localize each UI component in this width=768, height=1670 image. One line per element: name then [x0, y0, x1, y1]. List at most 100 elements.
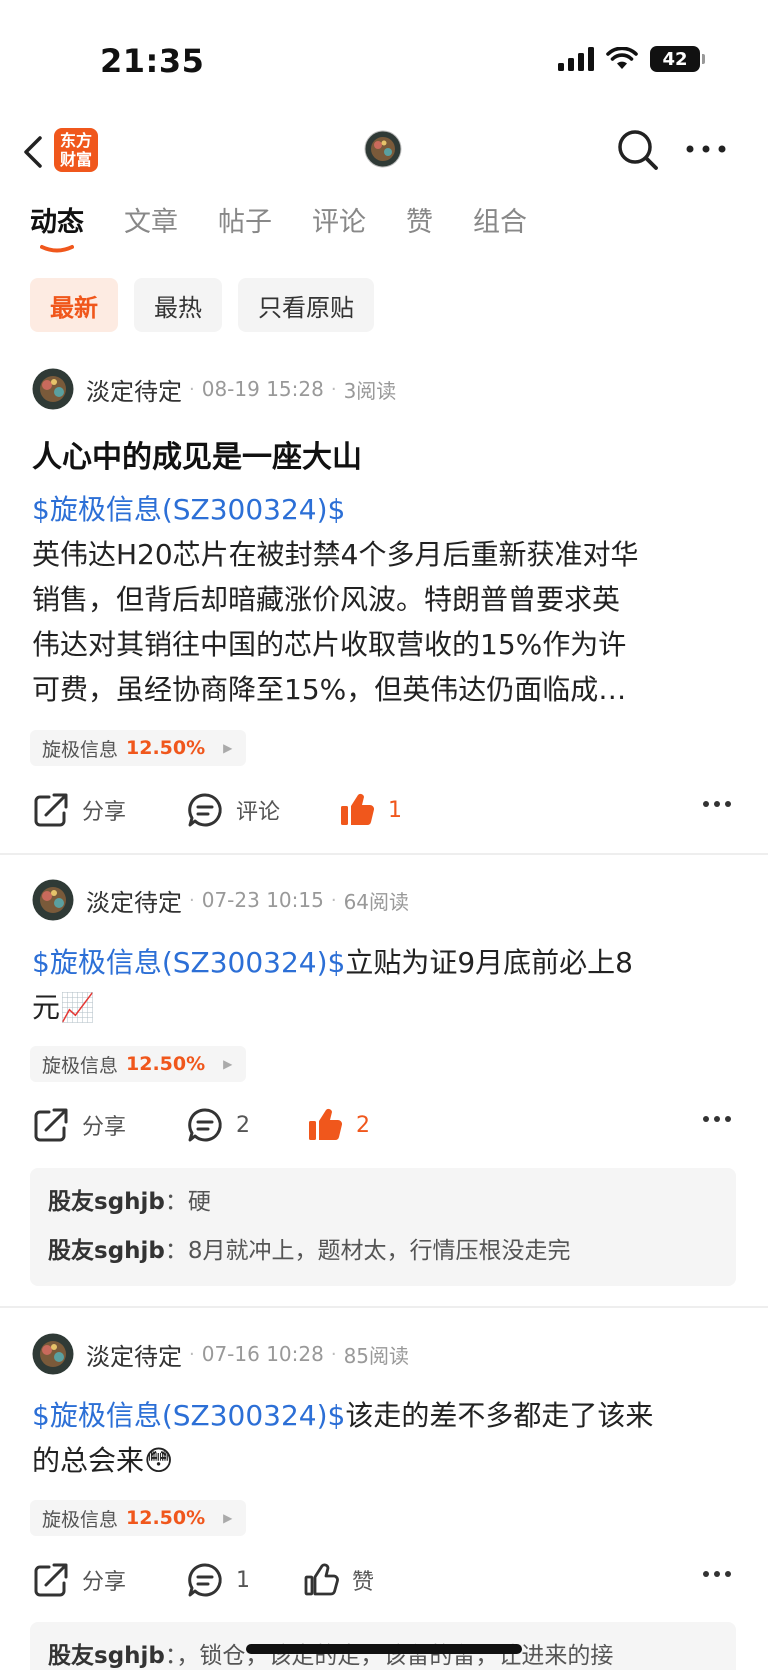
tab-comments[interactable]: 评论 — [312, 200, 366, 252]
body-line: 的总会来😳 — [32, 1444, 174, 1477]
share-button[interactable]: 分享 — [32, 788, 126, 832]
comment-item[interactable]: 股友sghjb：硬 — [48, 1178, 718, 1227]
read-count: 3阅读 — [343, 378, 397, 403]
comment-button[interactable]: 2 — [186, 1103, 250, 1147]
stock-tag-name: 旋极信息 — [42, 738, 119, 761]
post-actions: 分享 评论 1 — [0, 788, 768, 832]
comment-icon — [188, 1108, 222, 1142]
more-icon[interactable] — [702, 1115, 732, 1123]
wifi-icon — [606, 47, 638, 69]
comment-label: 评论 — [236, 800, 281, 825]
tab-label: 组合 — [473, 207, 527, 238]
comment-text: 8月就冲上，题材太，行情压根没走完 — [187, 1238, 571, 1264]
post-time: 08-19 15:28 — [201, 377, 324, 401]
read-count: 85阅读 — [343, 1343, 410, 1368]
post-body[interactable]: $旋极信息(SZ300324)$ 英伟达H20芯片在被封禁4个多月后重新获准对华… — [32, 487, 742, 712]
thumbs-up-filled-icon — [341, 793, 375, 826]
like-button[interactable]: 赞 — [302, 1558, 374, 1602]
more-icon[interactable] — [702, 800, 732, 808]
stock-link[interactable]: $旋极信息(SZ300324)$ — [32, 946, 345, 979]
like-count: 1 — [388, 797, 402, 823]
post-meta: 淡定待定 · 07-23 10:15 · 64阅读 — [32, 879, 409, 921]
comment-colon: ： — [164, 1238, 188, 1264]
search-icon[interactable] — [614, 126, 662, 174]
like-button[interactable]: 1 — [338, 788, 402, 832]
body-line: 销售，但背后却暗藏涨价风波。特朗普曾要求英 — [32, 583, 621, 616]
tab-portfolio[interactable]: 组合 — [473, 200, 527, 252]
chevron-right-icon: ▶ — [223, 1057, 233, 1071]
like-button[interactable]: 2 — [306, 1103, 370, 1147]
share-label: 分享 — [82, 800, 127, 825]
comment-icon — [188, 793, 222, 827]
stock-link[interactable]: $旋极信息(SZ300324)$ — [32, 1399, 345, 1432]
comment-user[interactable]: 股友sghjb — [48, 1238, 165, 1264]
share-button[interactable]: 分享 — [32, 1103, 126, 1147]
meta-separator: · — [330, 378, 337, 400]
comment-preview[interactable]: 股友sghjb：硬 股友sghjb：8月就冲上，题材太，行情压根没走完 — [30, 1168, 736, 1286]
back-icon[interactable] — [16, 130, 56, 174]
home-indicator[interactable] — [246, 1644, 522, 1654]
more-icon[interactable] — [684, 134, 728, 164]
status-icons: 42 — [558, 46, 705, 72]
tab-posts[interactable]: 帖子 — [218, 200, 272, 252]
share-icon — [34, 793, 68, 827]
tab-label: 赞 — [406, 207, 433, 238]
share-label: 分享 — [82, 1570, 127, 1595]
post-actions: 分享 2 2 — [0, 1103, 768, 1147]
post-body[interactable]: $旋极信息(SZ300324)$立贴为证9月底前必上8 元📈 — [32, 940, 742, 1030]
comment-user[interactable]: 股友sghjb — [48, 1189, 165, 1215]
status-bar: 21:35 42 — [0, 0, 768, 110]
share-icon — [34, 1108, 68, 1142]
comment-item[interactable]: 股友sghjb：8月就冲上，题材太，行情压根没走完 — [48, 1227, 718, 1276]
tab-likes[interactable]: 赞 — [406, 200, 433, 252]
stock-tag-change: 12.50% — [126, 737, 206, 759]
comment-colon: ： — [164, 1643, 177, 1669]
comment-button[interactable]: 评论 — [186, 788, 280, 832]
post-divider — [0, 1306, 768, 1308]
logo-text-top: 东方 — [59, 131, 92, 150]
post-meta: 淡定待定 · 08-19 15:28 · 3阅读 — [32, 368, 396, 410]
more-icon[interactable] — [702, 1570, 732, 1578]
filter-hottest[interactable]: 最热 — [134, 278, 222, 332]
post-actions: 分享 1 赞 — [0, 1558, 768, 1602]
post-body[interactable]: $旋极信息(SZ300324)$该走的差不多都走了该来 的总会来😳 — [32, 1393, 742, 1483]
author-avatar[interactable] — [32, 368, 74, 410]
share-icon — [34, 1563, 68, 1597]
chevron-right-icon: ▶ — [223, 1511, 233, 1525]
comment-colon: ： — [164, 1189, 188, 1215]
like-label: 赞 — [352, 1570, 375, 1595]
stock-tag-name: 旋极信息 — [42, 1054, 119, 1077]
comment-text: 硬 — [187, 1189, 211, 1215]
post-meta: 淡定待定 · 07-16 10:28 · 85阅读 — [32, 1333, 409, 1375]
author-name[interactable]: 淡定待定 — [86, 372, 182, 407]
stock-tag[interactable]: 旋极信息 12.50% ▶ — [30, 1500, 247, 1536]
stock-tag-name: 旋极信息 — [42, 1508, 119, 1531]
filter-latest[interactable]: 最新 — [30, 278, 118, 332]
stock-tag[interactable]: 旋极信息 12.50% ▶ — [30, 730, 247, 766]
author-avatar[interactable] — [32, 879, 74, 921]
comment-icon — [188, 1563, 222, 1597]
share-button[interactable]: 分享 — [32, 1558, 126, 1602]
author-avatar[interactable] — [32, 1333, 74, 1375]
comment-button[interactable]: 1 — [186, 1558, 250, 1602]
read-count: 64阅读 — [343, 889, 410, 914]
chevron-right-icon: ▶ — [223, 741, 233, 755]
body-line: 可费，虽经协商降至15%，但英伟达仍面临成… — [32, 673, 627, 706]
tab-dynamic[interactable]: 动态 — [30, 200, 84, 253]
tab-articles[interactable]: 文章 — [124, 200, 178, 252]
body-line: 英伟达H20芯片在被封禁4个多月后重新获准对华 — [32, 538, 639, 571]
post-time: 07-23 10:15 — [201, 888, 324, 912]
author-name[interactable]: 淡定待定 — [86, 1337, 182, 1372]
profile-avatar[interactable] — [364, 130, 402, 168]
tab-label: 动态 — [30, 207, 84, 238]
meta-separator: · — [189, 378, 195, 400]
post-title[interactable]: 人心中的成见是一座大山 — [32, 432, 362, 476]
filter-original-only[interactable]: 只看原贴 — [238, 278, 374, 332]
comment-user[interactable]: 股友sghjb — [48, 1643, 165, 1669]
meta-separator: · — [330, 889, 337, 911]
stock-link[interactable]: $旋极信息(SZ300324)$ — [32, 493, 345, 526]
stock-tag[interactable]: 旋极信息 12.50% ▶ — [30, 1046, 247, 1082]
author-name[interactable]: 淡定待定 — [86, 883, 182, 918]
tab-label: 帖子 — [218, 207, 272, 238]
thumbs-up-filled-icon — [309, 1108, 343, 1141]
